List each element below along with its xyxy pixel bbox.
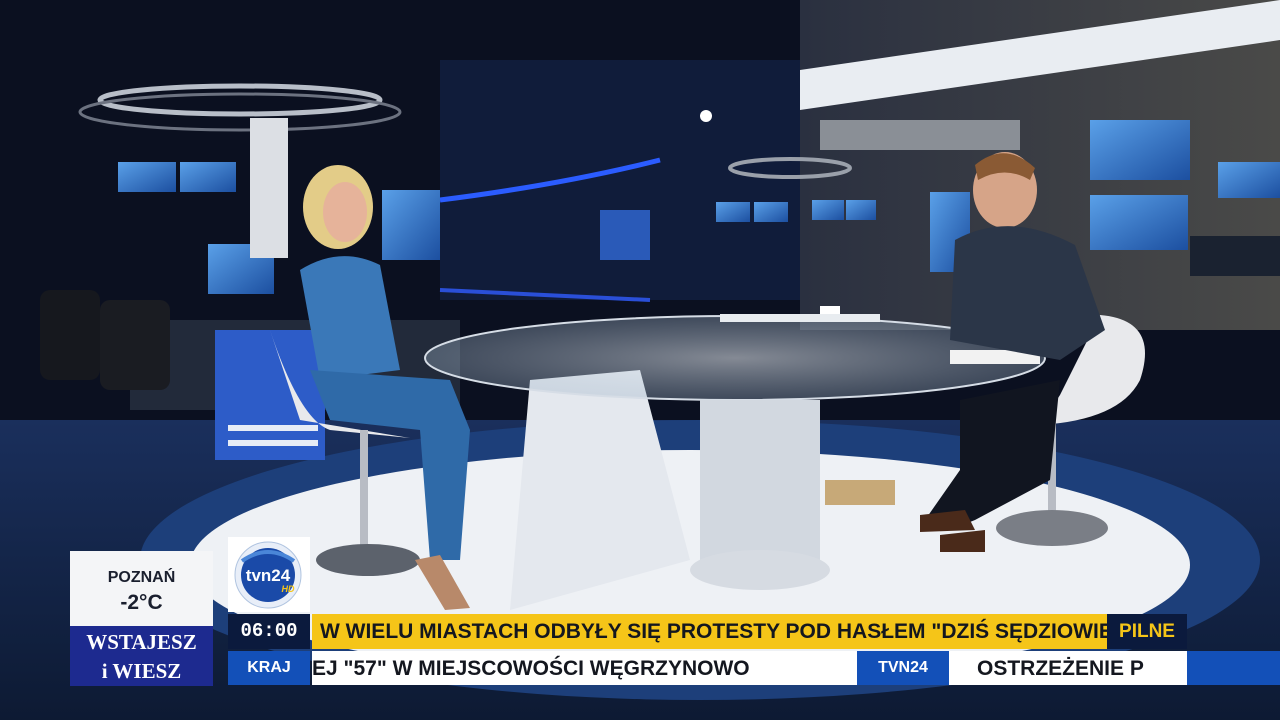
weather-panel: POZNAŃ -2°C xyxy=(70,551,213,626)
category-label: KRAJ xyxy=(228,651,310,685)
weather-temperature: -2°C xyxy=(120,591,163,614)
weather-city: POZNAŃ xyxy=(107,569,176,586)
show-title-panel: WSTAJESZ i WIESZ xyxy=(70,626,213,686)
tvn24-logo-icon: tvn24 HD xyxy=(234,541,302,609)
show-title-line1: WSTAJESZ xyxy=(86,630,197,654)
news-ticker: EJ "57" W MIEJSCOWOŚCI WĘGRZYNOWO TVN24 … xyxy=(312,651,1187,685)
breaking-badge: PILNE xyxy=(1107,614,1187,649)
headline-bar: W WIELU MIASTACH ODBYŁY SIĘ PROTESTY POD… xyxy=(312,614,1107,649)
show-title-line2: i WIESZ xyxy=(101,659,182,683)
ticker-end-strip xyxy=(1187,651,1280,685)
logo-brand-text: tvn24 xyxy=(246,566,291,585)
ticker-text-left: EJ "57" W MIEJSCOWOŚCI WĘGRZYNOWO xyxy=(312,657,750,680)
headline-text: W WIELU MIASTACH ODBYŁY SIĘ PROTESTY POD… xyxy=(320,620,1107,643)
channel-logo: tvn24 HD xyxy=(228,537,310,612)
ticker-text-right: OSTRZEŻENIE P xyxy=(977,657,1144,680)
clock: 06:00 xyxy=(228,614,310,649)
ticker-separator: TVN24 xyxy=(857,651,949,685)
logo-hd-text: HD xyxy=(282,584,295,594)
